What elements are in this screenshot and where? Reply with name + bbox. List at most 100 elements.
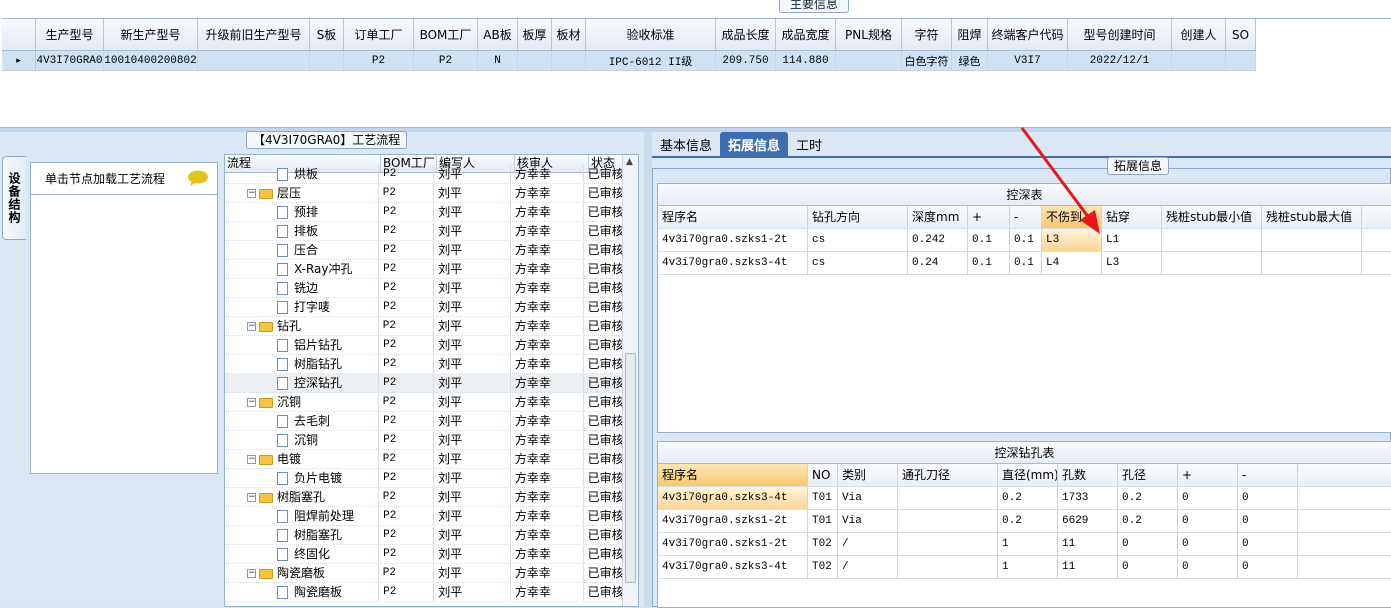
tree-node-name[interactable]: 烘板	[225, 165, 380, 183]
hole_table-cell[interactable]: 0.2	[1118, 487, 1178, 509]
depth_table-cell[interactable]	[1162, 252, 1262, 274]
tree-node-name[interactable]: − 层压	[225, 184, 379, 202]
cell[interactable]: P2	[414, 51, 478, 70]
depth_table-cell[interactable]: 0.24	[908, 252, 968, 274]
hole_table-cell[interactable]: 11	[1058, 533, 1118, 555]
hole_table-cell[interactable]: 1	[998, 533, 1058, 555]
tree-node-name[interactable]: − 陶瓷磨板	[225, 564, 379, 582]
depth_table-cell[interactable]: cs	[808, 229, 908, 251]
hole_table-column-header[interactable]: 孔径	[1118, 464, 1178, 486]
scroll-up-icon[interactable]: ▲	[626, 157, 633, 167]
tree-row[interactable]: 烘板 P2 刘平 方幸幸 已审核	[225, 165, 623, 184]
depth_table-cell[interactable]: L3	[1042, 229, 1102, 251]
hole_table-cell[interactable]: Via	[838, 510, 898, 532]
column-header[interactable]: 型号创建时间	[1068, 19, 1172, 50]
hole_table-cell[interactable]: 4v3i70gra0.szks3-4t	[658, 556, 808, 578]
hole_table-cell[interactable]: 0	[1118, 533, 1178, 555]
column-header[interactable]: 订单工厂	[344, 19, 414, 50]
collapse-icon[interactable]: −	[247, 189, 256, 198]
depth_table-column-header[interactable]: 钻穿	[1102, 206, 1162, 228]
tree-row[interactable]: 打字唛 P2 刘平 方幸幸 已审核	[225, 298, 623, 317]
hole_table-cell[interactable]: 0	[1178, 556, 1238, 578]
cell[interactable]: P2	[344, 51, 414, 70]
cell[interactable]	[552, 51, 586, 70]
cell[interactable]: V3I7	[988, 51, 1068, 70]
depth_table-cell[interactable]: 0.1	[968, 252, 1010, 274]
tree-node-name[interactable]: 树脂钻孔	[225, 355, 380, 373]
cell[interactable]	[518, 51, 552, 70]
depth_table-column-header[interactable]: 深度mm	[908, 206, 968, 228]
depth_table-column-header[interactable]: 残桩stub最大值	[1262, 206, 1362, 228]
tab-work-hours[interactable]: 工时	[788, 132, 830, 156]
column-header[interactable]: 板厚	[518, 19, 552, 50]
tree-node-name[interactable]: 去毛刺	[225, 412, 380, 430]
cell[interactable]: N	[478, 51, 518, 70]
column-header[interactable]: 验收标准	[586, 19, 716, 50]
main-info-row[interactable]: ▸ 4V3I70GRA0 10010400200802 P2 P2 N IPC-6012 I…	[2, 51, 1256, 71]
tree-node-name[interactable]: 预排	[225, 203, 380, 221]
tree-row[interactable]: − 层压 P2 刘平 方幸幸 已审核	[225, 184, 624, 203]
depth_table-cell[interactable]: cs	[808, 252, 908, 274]
hole_table-cell[interactable]: 4v3i70gra0.szks3-4t	[658, 487, 808, 509]
column-header[interactable]: 阻焊	[952, 19, 988, 50]
depth_table-row[interactable]: 4v3i70gra0.szks1-2t cs 0.242 0.1 0.1 L3 L1	[658, 229, 1391, 252]
depth_table-cell[interactable]	[1162, 229, 1262, 251]
depth_table-column-header[interactable]: 程序名	[658, 206, 808, 228]
tree-row[interactable]: 预排 P2 刘平 方幸幸 已审核	[225, 203, 623, 222]
tab-extended-info[interactable]: 拓展信息	[720, 132, 789, 156]
cell[interactable]: 2022/12/1	[1068, 51, 1172, 70]
hole-table[interactable]: 程序名 NO 类别 通孔刀径 直径(mm) 孔数 孔径 + -4v3i70gra0.szks3-…	[658, 464, 1391, 579]
depth_table-column-header[interactable]: +	[968, 206, 1010, 228]
main-info-grid[interactable]: 生产型号 新生产型号 升级前旧生产型号 S板 订单工厂 BOM工厂 AB板 板厚 板材 验收标准成…	[2, 18, 1391, 126]
cell[interactable]: 10010400200802	[104, 51, 198, 70]
tree-row[interactable]: 压合 P2 刘平 方幸幸 已审核	[225, 241, 623, 260]
column-header[interactable]: 成品长度	[716, 19, 776, 50]
hole_table-row[interactable]: 4v3i70gra0.szks3-4t T01 Via 0.2 1733 0.2 0 0	[658, 487, 1391, 510]
tree-node-name[interactable]: − 钻孔	[225, 317, 379, 335]
tree-node-name[interactable]: 控深钻孔	[225, 374, 380, 392]
tree-row[interactable]: − 电镀 P2 刘平 方幸幸 已审核	[225, 450, 624, 469]
scrollbar-thumb[interactable]	[625, 353, 636, 583]
tree-node-name[interactable]: 铝片钻孔	[225, 336, 380, 354]
tree-row[interactable]: − 树脂塞孔 P2 刘平 方幸幸 已审核	[225, 488, 624, 507]
hole_table-column-header[interactable]: NO	[808, 464, 838, 486]
depth_table-cell[interactable]: 0.1	[1010, 229, 1042, 251]
depth_table-cell[interactable]: L4	[1042, 252, 1102, 274]
column-header[interactable]: 字符	[902, 19, 952, 50]
hole_table-cell[interactable]	[898, 487, 998, 509]
hole_table-column-header[interactable]: -	[1238, 464, 1298, 486]
collapse-icon[interactable]: −	[247, 569, 256, 578]
tree-row[interactable]: 终固化 P2 刘平 方幸幸 已审核	[225, 545, 623, 564]
tree-node-name[interactable]: 树脂塞孔	[225, 526, 380, 544]
tree-row[interactable]: 树脂钻孔 P2 刘平 方幸幸 已审核	[225, 355, 623, 374]
column-header[interactable]: 成品宽度	[776, 19, 836, 50]
collapse-icon[interactable]: −	[247, 398, 256, 407]
hole_table-cell[interactable]: T02	[808, 556, 838, 578]
hole_table-cell[interactable]	[898, 533, 998, 555]
hole_table-column-header[interactable]: 类别	[838, 464, 898, 486]
tree-node-name[interactable]: 铣边	[225, 279, 380, 297]
process-tree-grid[interactable]: 流程 BOM工厂 编写人 核审人 状态 烘板 P2 刘平 方幸幸 已审核 − 层压 P2 刘平 方幸幸 已审…	[224, 154, 639, 607]
depth_table-cell[interactable]: L3	[1102, 252, 1162, 274]
hole_table-column-header[interactable]: 孔数	[1058, 464, 1118, 486]
cell[interactable]	[1172, 51, 1226, 70]
depth_table-cell[interactable]: L1	[1102, 229, 1162, 251]
tree-row[interactable]: 排板 P2 刘平 方幸幸 已审核	[225, 222, 623, 241]
hole_table-cell[interactable]: 0	[1178, 487, 1238, 509]
depth_table-cell[interactable]: 4v3i70gra0.szks3-4t	[658, 252, 808, 274]
tree-row[interactable]: X-Ray冲孔 P2 刘平 方幸幸 已审核	[225, 260, 623, 279]
depth_table-column-header[interactable]: -	[1010, 206, 1042, 228]
depth_table-cell[interactable]: 0.242	[908, 229, 968, 251]
hole_table-cell[interactable]: 1	[998, 556, 1058, 578]
hole_table-cell[interactable]: T02	[808, 533, 838, 555]
depth_table-cell[interactable]	[1262, 252, 1362, 274]
tab-basic-info[interactable]: 基本信息	[652, 132, 720, 156]
cell[interactable]: 114.880	[776, 51, 836, 70]
hole_table-cell[interactable]: 6629	[1058, 510, 1118, 532]
column-header[interactable]: S板	[310, 19, 344, 50]
cell[interactable]	[836, 51, 902, 70]
tree-node-name[interactable]: 阻焊前处理	[225, 507, 380, 525]
tree-row[interactable]: 陶瓷磨板 P2 刘平 方幸幸 已审核	[225, 583, 623, 602]
cell[interactable]: IPC-6012 II级	[586, 51, 716, 70]
vertical-splitter[interactable]	[644, 132, 652, 607]
